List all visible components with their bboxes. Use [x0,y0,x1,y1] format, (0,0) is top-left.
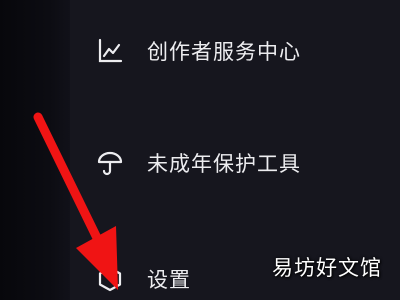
left-edge-strip [0,0,70,300]
watermark-text: 易坊好文馆 [272,256,382,280]
umbrella-icon [95,148,125,178]
settings-hexagon-icon [95,264,125,294]
menu-item-label: 未成年保护工具 [147,152,301,176]
menu-item-minor-protection-tools[interactable]: 未成年保护工具 [95,146,301,180]
menu-item-settings[interactable]: 设置 [95,262,191,296]
menu-item-creator-service-center[interactable]: 创作者服务中心 [95,34,301,68]
chart-trend-icon [95,36,125,66]
menu-item-label: 设置 [147,268,191,292]
menu-item-label: 创作者服务中心 [147,40,301,64]
